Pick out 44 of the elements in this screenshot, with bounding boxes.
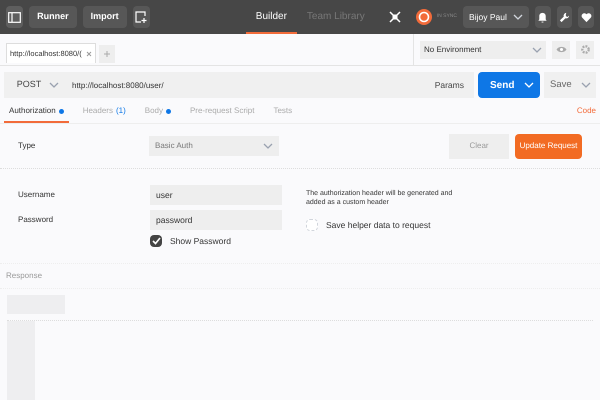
new-window-icon	[134, 11, 148, 23]
wrench-icon	[558, 12, 570, 22]
chevron-down-icon	[512, 14, 523, 20]
response-title: Response	[6, 270, 42, 282]
chevron-down-icon	[524, 82, 534, 88]
request-section-tab[interactable]: Authorization	[4, 101, 69, 123]
checkbox[interactable]	[150, 235, 162, 248]
nav-tab[interactable]: Builder	[246, 0, 297, 34]
heart-icon	[580, 12, 592, 22]
password-field[interactable]: password	[150, 210, 282, 230]
request-section-tab[interactable]: Headers (1)	[78, 101, 131, 123]
checkbox[interactable]	[306, 219, 318, 232]
sync-icon[interactable]	[414, 8, 433, 26]
bell-button[interactable]	[534, 6, 551, 28]
type-label: Type	[18, 140, 36, 152]
chevron-down-icon	[581, 82, 591, 88]
params-button[interactable]: Params	[424, 72, 474, 98]
user-menu[interactable]: Bijoy Paul	[463, 6, 529, 28]
checkbox-label: Save helper data to request	[326, 219, 430, 232]
settings-icon	[580, 44, 590, 55]
sidebar-icon	[8, 12, 22, 22]
field-label: Username	[18, 189, 56, 201]
eye-icon	[556, 46, 566, 53]
username-field[interactable]: user	[150, 185, 282, 205]
send-button[interactable]: Send	[478, 72, 540, 98]
environment-select[interactable]: No Environment	[420, 40, 546, 58]
close-icon[interactable]	[86, 50, 92, 56]
bell-icon	[537, 12, 548, 22]
method-select[interactable]: POST	[4, 72, 72, 98]
heart-button[interactable]	[578, 6, 594, 28]
chevron-down-icon	[532, 46, 542, 52]
url-field[interactable]: http://localhost:8080/user/	[72, 72, 425, 98]
field-label: Password	[18, 214, 54, 226]
plus-icon	[104, 51, 110, 57]
wrench-button[interactable]	[556, 6, 572, 28]
auth-type-select[interactable]: Basic Auth	[149, 136, 279, 156]
new-tab-button[interactable]	[132, 6, 150, 28]
header-button[interactable]: Runner	[29, 6, 77, 28]
save-button[interactable]: Save	[544, 72, 596, 98]
checkbox-label: Show Password	[170, 235, 231, 248]
sidebar-toggle-button[interactable]	[6, 6, 24, 28]
chevron-down-icon	[263, 143, 273, 149]
header-button[interactable]: Import	[82, 6, 127, 28]
chevron-down-icon	[49, 82, 60, 88]
